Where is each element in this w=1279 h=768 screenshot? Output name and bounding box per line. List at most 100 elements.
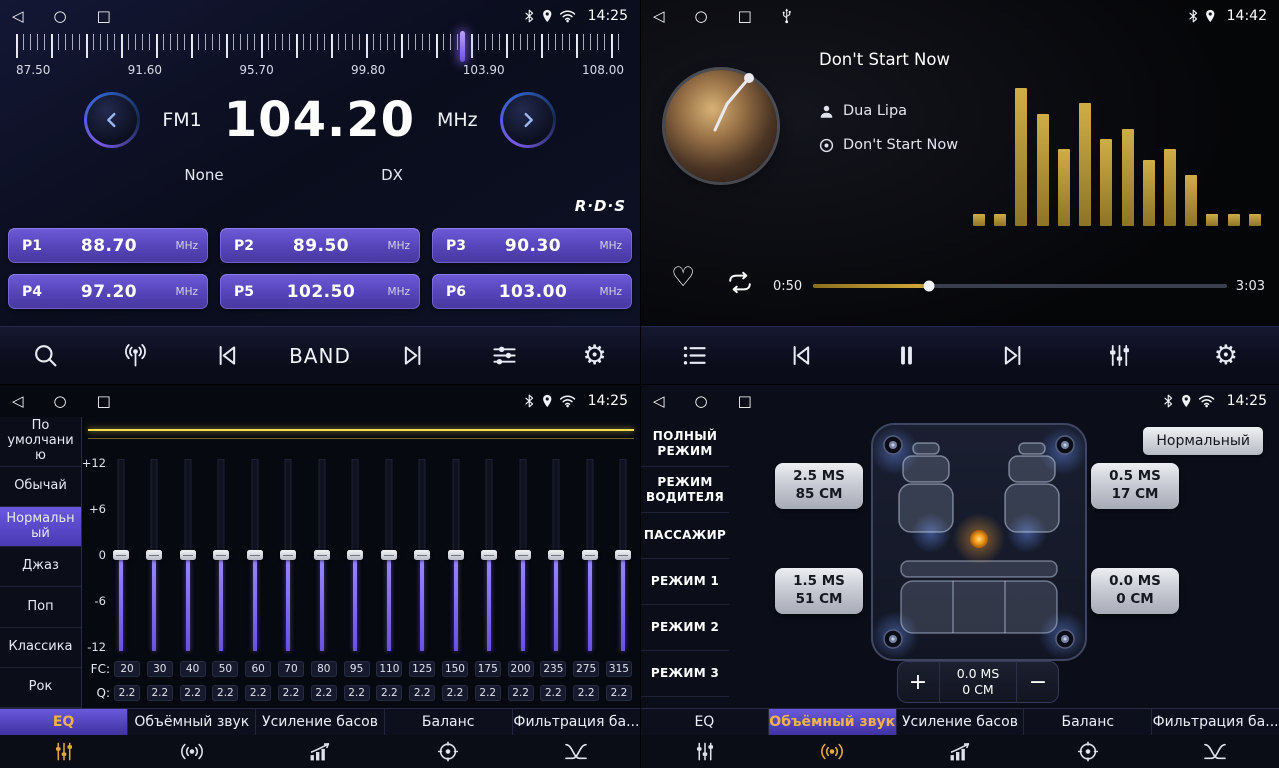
fc-value[interactable]: 70 (278, 661, 304, 677)
fc-value[interactable]: 95 (344, 661, 370, 677)
delay-rear-left[interactable]: 1.5 MS 51 CM (775, 568, 863, 614)
balance-target-icon[interactable] (1024, 735, 1152, 768)
preset-button-p3[interactable]: P390.30MHz (432, 228, 632, 263)
slider-thumb[interactable] (113, 550, 129, 560)
eq-band-slider[interactable] (414, 459, 431, 651)
preset-button-p4[interactable]: P497.20MHz (8, 274, 208, 309)
next-station-button[interactable] (385, 333, 441, 379)
sound-mode-item[interactable]: ПАССАЖИР (641, 513, 729, 559)
slider-thumb[interactable] (481, 550, 497, 560)
home-nav-button[interactable]: ○ (54, 394, 67, 409)
crossover-filter-icon[interactable] (1151, 735, 1279, 768)
q-value[interactable]: 2.2 (409, 685, 435, 701)
q-value[interactable]: 2.2 (540, 685, 566, 701)
tuner-indicator[interactable] (460, 31, 465, 62)
slider-thumb[interactable] (280, 550, 296, 560)
increase-delay-button[interactable]: + (897, 661, 939, 703)
eq-band-slider[interactable] (548, 459, 565, 651)
recents-nav-button[interactable]: □ (97, 9, 111, 24)
q-value[interactable]: 2.2 (344, 685, 370, 701)
fc-value[interactable]: 60 (245, 661, 271, 677)
slider-thumb[interactable] (414, 550, 430, 560)
delay-rear-right[interactable]: 0.0 MS 0 CM (1091, 568, 1179, 614)
q-value[interactable]: 2.2 (311, 685, 337, 701)
progress-knob[interactable] (923, 281, 934, 292)
bass-boost-icon[interactable] (256, 735, 384, 768)
q-value[interactable]: 2.2 (475, 685, 501, 701)
q-value[interactable]: 2.2 (147, 685, 173, 701)
sound-mode-item[interactable]: РЕЖИМ 3 (641, 651, 729, 697)
eq-band-slider[interactable] (380, 459, 397, 651)
sound-mode-item[interactable]: РЕЖИМ 1 (641, 559, 729, 605)
seek-up-button[interactable] (500, 92, 556, 148)
q-value[interactable]: 2.2 (606, 685, 632, 701)
q-value[interactable]: 2.2 (114, 685, 140, 701)
fc-value[interactable]: 150 (442, 661, 468, 677)
home-nav-button[interactable]: ○ (54, 9, 67, 24)
recents-nav-button[interactable]: □ (738, 9, 752, 24)
speaker-rear-right[interactable] (1056, 630, 1074, 648)
playlist-button[interactable] (666, 333, 722, 379)
slider-thumb[interactable] (247, 550, 263, 560)
delay-front-left[interactable]: 2.5 MS 85 CM (775, 463, 863, 509)
fc-value[interactable]: 125 (409, 661, 435, 677)
tab-eq[interactable]: EQ (641, 709, 769, 735)
delay-front-right[interactable]: 0.5 MS 17 CM (1091, 463, 1179, 509)
preset-button-p5[interactable]: P5102.50MHz (220, 274, 420, 309)
repeat-button[interactable] (725, 271, 755, 294)
band-button[interactable]: BAND (289, 344, 351, 368)
fc-value[interactable]: 235 (540, 661, 566, 677)
equalizer-button[interactable] (476, 333, 532, 379)
slider-thumb[interactable] (615, 550, 631, 560)
tab-bass-boost[interactable]: Усиление басов (897, 709, 1025, 735)
progress-bar[interactable] (813, 284, 1227, 288)
slider-thumb[interactable] (180, 550, 196, 560)
eq-band-slider[interactable] (347, 459, 364, 651)
decrease-delay-button[interactable]: − (1017, 661, 1059, 703)
preset-button-p2[interactable]: P289.50MHz (220, 228, 420, 263)
eq-preset-item[interactable]: Поп (0, 587, 81, 627)
eq-preset-item[interactable]: Нормальный (0, 507, 81, 547)
seek-down-button[interactable] (84, 92, 140, 148)
slider-thumb[interactable] (213, 550, 229, 560)
eq-band-slider[interactable] (615, 459, 632, 651)
preset-button-p1[interactable]: P188.70MHz (8, 228, 208, 263)
tab-eq[interactable]: EQ (0, 709, 128, 735)
back-nav-button[interactable]: ◁ (12, 394, 24, 409)
settings-button[interactable]: ⚙ (1198, 333, 1254, 379)
settings-button[interactable]: ⚙ (567, 333, 623, 379)
fc-value[interactable]: 315 (606, 661, 632, 677)
mixer-button[interactable] (1091, 333, 1147, 379)
tuner-scale[interactable]: 87.5091.6095.7099.80103.90108.00 (10, 34, 630, 84)
back-nav-button[interactable]: ◁ (653, 394, 665, 409)
tab-balance[interactable]: Баланс (385, 709, 513, 735)
fc-value[interactable]: 40 (180, 661, 206, 677)
eq-sliders-icon[interactable] (641, 735, 769, 768)
q-value[interactable]: 2.2 (573, 685, 599, 701)
q-value[interactable]: 2.2 (212, 685, 238, 701)
scan-button[interactable] (17, 333, 73, 379)
tab-filtering[interactable]: Фильтрация ба... (1152, 709, 1279, 735)
sound-mode-item[interactable]: РЕЖИМ 2 (641, 605, 729, 651)
fc-value[interactable]: 175 (475, 661, 501, 677)
fc-value[interactable]: 50 (212, 661, 238, 677)
eq-band-slider[interactable] (246, 459, 263, 651)
eq-band-slider[interactable] (481, 459, 498, 651)
speaker-front-left[interactable] (884, 436, 902, 454)
eq-band-slider[interactable] (179, 459, 196, 651)
bass-boost-icon[interactable] (896, 735, 1024, 768)
preset-mode-button[interactable]: Нормальный (1143, 427, 1263, 455)
eq-band-slider[interactable] (313, 459, 330, 651)
slider-thumb[interactable] (582, 550, 598, 560)
preset-button-p6[interactable]: P6103.00MHz (432, 274, 632, 309)
eq-preset-item[interactable]: Джаз (0, 547, 81, 587)
fc-value[interactable]: 30 (147, 661, 173, 677)
q-value[interactable]: 2.2 (278, 685, 304, 701)
home-nav-button[interactable]: ○ (695, 9, 708, 24)
q-value[interactable]: 2.2 (245, 685, 271, 701)
eq-preset-item[interactable]: Классика (0, 628, 81, 668)
q-value[interactable]: 2.2 (442, 685, 468, 701)
fc-value[interactable]: 200 (508, 661, 534, 677)
recents-nav-button[interactable]: □ (97, 394, 111, 409)
eq-preset-item[interactable]: Обычай (0, 467, 81, 507)
